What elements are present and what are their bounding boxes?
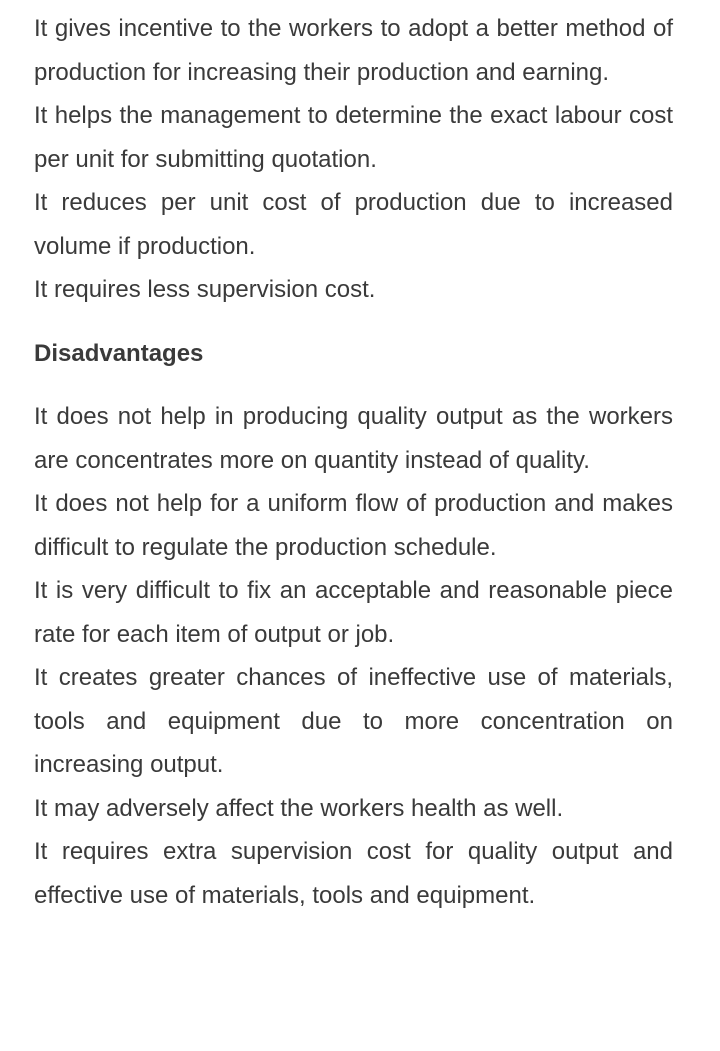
disadvantage-item: It does not help for a uniform flow of p… [34,490,673,561]
disadvantages-heading: Disadvantages [34,339,204,367]
advantage-item: It gives incentive to the workers to ado… [34,15,673,86]
disadvantage-item: It requires extra supervision cost for q… [34,838,673,909]
disadvantage-item: It does not help in producing quality ou… [34,403,673,474]
disadvantage-item: It creates greater chances of ineffectiv… [34,664,673,778]
advantage-item: It requires less supervision cost. [34,276,376,303]
article-content: It gives incentive to the workers to ado… [34,7,673,917]
disadvantages-list: It does not help in producing quality ou… [34,395,673,917]
advantage-item: It helps the management to determine the… [34,102,673,173]
disadvantage-item: It may adversely affect the workers heal… [34,794,564,822]
advantages-list: It gives incentive to the workers to ado… [34,7,673,312]
disadvantage-item: It is very difficult to fix an acceptabl… [34,577,673,648]
advantage-item: It reduces per unit cost of production d… [34,189,673,260]
